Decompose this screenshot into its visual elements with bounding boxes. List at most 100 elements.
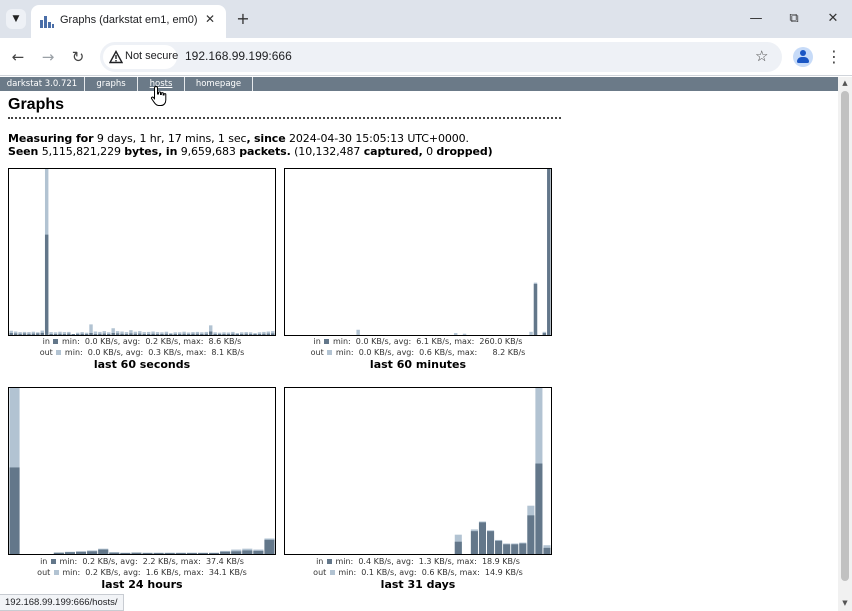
- vertical-scrollbar[interactable]: ▲ ▼: [838, 77, 852, 611]
- in-bar: [146, 334, 151, 335]
- in-bar: [76, 551, 87, 554]
- caption-60s: last 60 seconds: [93, 358, 191, 371]
- caption-60m: last 60 minutes: [369, 358, 467, 371]
- in-bar: [115, 333, 120, 335]
- in-bar: [478, 522, 487, 554]
- bookmark-star-icon[interactable]: ☆: [755, 47, 768, 65]
- link-status-bar: 192.168.99.199:666/hosts/: [0, 594, 124, 611]
- minimize-icon[interactable]: —: [744, 9, 768, 29]
- in-bar: [195, 333, 200, 335]
- nav-darkstat-version[interactable]: darkstat 3.0.721: [0, 77, 85, 91]
- in-bar: [240, 334, 244, 335]
- darkstat-navbar: darkstat 3.0.721 graphs hosts homepage: [0, 77, 838, 91]
- in-bar: [511, 544, 519, 554]
- packets-value: 9,659,683: [180, 145, 236, 158]
- since-value: 2024-04-30 15:05:13 UTC+0000.: [289, 132, 469, 145]
- in-bar: [80, 333, 84, 335]
- in-bar: [109, 552, 120, 554]
- out-swatch: [327, 350, 333, 355]
- in-bar: [222, 334, 226, 335]
- in-bar: [36, 333, 40, 335]
- out-bar: [356, 329, 360, 335]
- reload-icon[interactable]: ↻: [68, 47, 88, 67]
- packets-label: packets.: [239, 145, 291, 158]
- in-bar: [120, 553, 131, 554]
- in-bar: [22, 333, 27, 335]
- scroll-up-arrow-icon[interactable]: ▲: [838, 77, 852, 89]
- in-bar: [231, 333, 235, 335]
- url-text[interactable]: 192.168.99.199:666: [185, 49, 292, 63]
- restore-icon[interactable]: ⧉: [782, 9, 806, 29]
- graph-last-24-hours: [8, 387, 276, 555]
- out-swatch: [53, 570, 59, 575]
- in-bar: [169, 334, 173, 335]
- in-bar: [231, 551, 242, 554]
- profile-avatar-icon[interactable]: [793, 47, 813, 67]
- in-bar: [71, 334, 75, 335]
- title-divider: [8, 117, 561, 119]
- in-bar: [102, 333, 107, 335]
- in-bar: [64, 552, 75, 554]
- in-bar: [248, 334, 253, 335]
- close-window-icon[interactable]: ✕: [821, 9, 845, 29]
- bar-chart-24h: [9, 388, 275, 554]
- tab-strip: ▼ Graphs (darkstat em1, em0) ✕ + — ⧉ ✕: [0, 0, 852, 38]
- in-bar: [27, 333, 31, 335]
- menu-kebab-icon[interactable]: ⋮: [826, 47, 842, 67]
- in-swatch: [53, 339, 59, 344]
- in-swatch: [50, 559, 56, 564]
- in-bar: [535, 463, 543, 554]
- nav-homepage[interactable]: homepage: [185, 77, 253, 91]
- in-bar: [76, 334, 80, 335]
- captured-label: captured,: [363, 145, 423, 158]
- in-bar: [9, 333, 13, 335]
- forward-arrow-icon[interactable]: →: [38, 47, 58, 67]
- nav-graphs[interactable]: graphs: [85, 77, 138, 91]
- in-bar: [120, 333, 124, 335]
- page-title: Graphs: [8, 96, 65, 113]
- close-tab-icon[interactable]: ✕: [202, 11, 218, 27]
- in-bar: [173, 334, 177, 335]
- out-swatch: [329, 570, 335, 575]
- in-bar: [44, 234, 49, 335]
- security-chip[interactable]: Not secure: [103, 45, 178, 69]
- in-bar: [164, 333, 169, 335]
- in-bar: [533, 283, 538, 335]
- address-bar[interactable]: Not secure 192.168.99.199:666 ☆: [100, 42, 782, 72]
- in-bar: [160, 334, 164, 335]
- in-bar: [527, 515, 535, 554]
- scroll-thumb[interactable]: [841, 91, 849, 581]
- in-bar: [266, 333, 271, 335]
- back-arrow-icon[interactable]: ←: [8, 47, 28, 67]
- in-bar: [264, 539, 275, 554]
- in-bar: [107, 334, 111, 335]
- in-bar: [129, 333, 133, 335]
- in-bar: [13, 333, 18, 335]
- caption-24h: last 24 hours: [101, 578, 183, 591]
- in-bar: [89, 333, 93, 335]
- in-bar: [217, 334, 222, 335]
- in-bar: [244, 333, 248, 335]
- legend-31d: in min: 0.4 KB/s, avg: 1.3 KB/s, max: 18…: [313, 557, 523, 577]
- in-bar: [200, 334, 204, 335]
- in-bar: [175, 553, 186, 554]
- out-swatch: [56, 350, 62, 355]
- in-bar: [253, 334, 257, 335]
- in-bar: [204, 333, 208, 335]
- in-bar: [84, 334, 89, 335]
- in-swatch: [324, 339, 330, 344]
- in-swatch: [326, 559, 332, 564]
- active-tab[interactable]: Graphs (darkstat em1, em0) ✕: [31, 5, 226, 38]
- in-bar: [98, 333, 102, 335]
- in-bar: [197, 553, 208, 554]
- scroll-down-arrow-icon[interactable]: ▼: [838, 597, 852, 609]
- new-tab-plus-icon[interactable]: +: [234, 10, 252, 28]
- seen-label: Seen: [8, 145, 39, 158]
- browser-toolbar: ← → ↻ Not secure 192.168.99.199:666 ☆ ⋮: [0, 38, 852, 76]
- in-bar: [49, 334, 53, 335]
- out-bar: [462, 333, 467, 335]
- in-bar: [226, 334, 231, 335]
- in-bar: [98, 549, 109, 554]
- in-bar: [9, 467, 20, 554]
- tab-search-chevron-icon[interactable]: ▼: [6, 9, 26, 29]
